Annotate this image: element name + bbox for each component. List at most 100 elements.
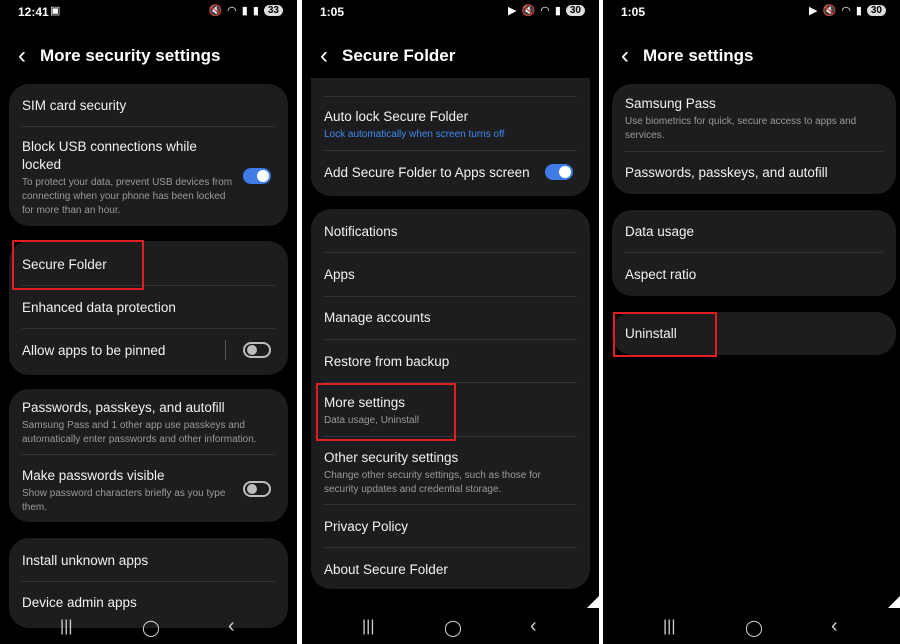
item-label: Passwords, passkeys, and autofill (22, 400, 225, 415)
navigation-bar: ||| ◯ ‹ (603, 614, 900, 644)
item-label: Other security settings (324, 450, 459, 465)
page-title: More settings (643, 46, 754, 65)
settings-card: Auto lock Secure Folder Lock automatical… (311, 78, 590, 196)
add-to-apps-screen-toggle[interactable] (545, 164, 573, 180)
home-button[interactable]: ◯ (444, 618, 462, 638)
restore-from-backup-item[interactable]: Restore from backup (324, 353, 577, 371)
youtube-icon: ▶ (809, 5, 818, 17)
item-label: Add Secure Folder to Apps screen (324, 165, 530, 180)
status-time: 1:05 (621, 5, 646, 19)
corner-fold (888, 596, 900, 608)
settings-card: Data usage Aspect ratio (612, 210, 896, 296)
item-label: Install unknown apps (22, 553, 149, 568)
recents-button[interactable]: ||| (663, 618, 675, 636)
item-label: About Secure Folder (324, 562, 448, 577)
item-description: Samsung Pass and 1 other app use passkey… (22, 420, 257, 445)
auto-lock-item[interactable]: Auto lock Secure Folder Lock automatical… (324, 108, 577, 142)
privacy-policy-item[interactable]: Privacy Policy (324, 518, 577, 536)
manage-accounts-item[interactable]: Manage accounts (324, 309, 577, 327)
signal-icon: ▮ (241, 5, 248, 17)
page-header: ‹ Secure Folder (320, 44, 455, 68)
navigation-bar: ||| ◯ ‹ (302, 614, 599, 644)
mute-icon: 🔇 (521, 5, 536, 17)
phone-screen-secure-folder: 1:05 ▶ 🔇 ◠ ▮ 30 ‹ Secure Folder Auto loc… (302, 0, 599, 644)
device-admin-apps-item[interactable]: Device admin apps (22, 594, 275, 612)
install-unknown-apps-item[interactable]: Install unknown apps (22, 552, 275, 570)
item-label: Restore from backup (324, 354, 450, 369)
block-usb-toggle[interactable] (243, 168, 271, 184)
wifi-icon: ◠ (227, 5, 237, 17)
corner-fold (587, 596, 599, 608)
back-button[interactable]: ‹ (831, 615, 838, 638)
status-icons: ▶ 🔇 ◠ ▮ 30 (508, 4, 585, 17)
youtube-icon: ▶ (508, 5, 517, 17)
block-usb-item[interactable]: Block USB connections while locked To pr… (22, 138, 233, 218)
back-arrow-icon[interactable]: ‹ (18, 44, 26, 68)
divider (22, 126, 275, 127)
divider (22, 454, 275, 455)
back-button[interactable]: ‹ (530, 615, 537, 638)
screenshot-icon: ▣ (50, 5, 61, 17)
item-label: Aspect ratio (625, 267, 697, 282)
phone-screen-more-settings: 1:05 ▶ 🔇 ◠ ▮ 30 ‹ More settings Samsung … (603, 0, 900, 644)
back-arrow-icon[interactable]: ‹ (621, 44, 629, 68)
back-button[interactable]: ‹ (228, 615, 235, 638)
data-usage-item[interactable]: Data usage (625, 223, 883, 241)
add-to-apps-screen-item[interactable]: Add Secure Folder to Apps screen (324, 164, 577, 182)
item-label: SIM card security (22, 98, 127, 113)
divider (225, 340, 226, 360)
settings-card: Passwords, passkeys, and autofill Samsun… (9, 389, 288, 522)
aspect-ratio-item[interactable]: Aspect ratio (625, 266, 883, 284)
item-label: Auto lock Secure Folder (324, 109, 469, 124)
apps-item[interactable]: Apps (324, 266, 577, 284)
battery-badge: 30 (565, 5, 585, 16)
item-label: Samsung Pass (625, 96, 716, 111)
settings-card: Samsung Pass Use biometrics for quick, s… (612, 84, 896, 194)
item-description: Show password characters briefly as you … (22, 488, 226, 513)
status-icons: 🔇 ◠ ▮ ▮ 33 (208, 4, 283, 17)
signal-icon: ▮ (252, 5, 259, 17)
about-secure-folder-item[interactable]: About Secure Folder (324, 561, 577, 579)
item-description: Change other security settings, such as … (324, 470, 541, 495)
other-security-settings-item[interactable]: Other security settings Change other sec… (324, 449, 577, 497)
item-label: Device admin apps (22, 595, 137, 610)
page-header: ‹ More security settings (18, 44, 220, 68)
recents-button[interactable]: ||| (362, 618, 374, 636)
divider (625, 252, 883, 253)
back-arrow-icon[interactable]: ‹ (320, 44, 328, 68)
samsung-pass-item[interactable]: Samsung Pass Use biometrics for quick, s… (625, 95, 883, 143)
divider (22, 328, 275, 329)
highlight-box (613, 312, 717, 357)
status-icons: ▶ 🔇 ◠ ▮ 30 (809, 4, 886, 17)
notifications-item[interactable]: Notifications (324, 223, 577, 241)
divider (625, 151, 883, 152)
status-bar: 12:41 ▣ 🔇 ◠ ▮ ▮ 33 (0, 0, 297, 24)
status-bar: 1:05 ▶ 🔇 ◠ ▮ 30 (302, 0, 599, 24)
allow-pin-item[interactable]: Allow apps to be pinned (22, 342, 275, 360)
signal-icon: ▮ (554, 5, 561, 17)
divider (324, 296, 577, 297)
passwords-autofill-item[interactable]: Passwords, passkeys, and autofill (625, 164, 883, 182)
home-button[interactable]: ◯ (142, 618, 160, 638)
make-passwords-visible-item[interactable]: Make passwords visible Show password cha… (22, 467, 228, 515)
item-label: Privacy Policy (324, 519, 409, 534)
item-label: Apps (324, 267, 355, 282)
navigation-bar: ||| ◯ ‹ (0, 614, 297, 644)
passwords-autofill-item[interactable]: Passwords, passkeys, and autofill Samsun… (22, 399, 275, 447)
battery-badge: 33 (263, 5, 283, 16)
divider (324, 96, 577, 97)
allow-pin-toggle[interactable] (243, 342, 271, 358)
signal-icon: ▮ (855, 5, 862, 17)
home-button[interactable]: ◯ (745, 618, 763, 638)
enhanced-data-protection-item[interactable]: Enhanced data protection (22, 299, 275, 317)
divider (324, 547, 577, 548)
mute-icon: 🔇 (822, 5, 837, 17)
status-time: 12:41 (18, 5, 49, 19)
wifi-icon: ◠ (540, 5, 550, 17)
item-label: Block USB connections while locked (22, 139, 197, 172)
make-passwords-visible-toggle[interactable] (243, 481, 271, 497)
item-description: Use biometrics for quick, secure access … (625, 116, 857, 141)
sim-card-security-item[interactable]: SIM card security (22, 97, 275, 115)
item-label: Manage accounts (324, 310, 431, 325)
recents-button[interactable]: ||| (60, 618, 72, 636)
